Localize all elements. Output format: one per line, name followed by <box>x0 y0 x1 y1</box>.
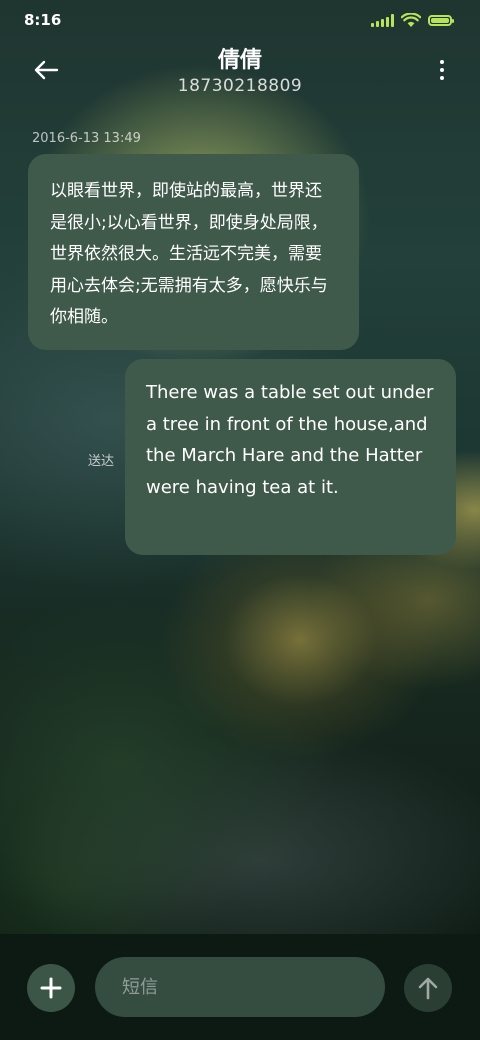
message-composer <box>0 934 480 1040</box>
signal-icon <box>371 13 394 27</box>
status-bar: 8:16 <box>0 0 480 40</box>
more-vertical-icon <box>440 60 444 64</box>
message-timestamp: 2016-6-13 13:49 <box>32 131 141 146</box>
incoming-message-bubble[interactable]: 以眼看世界，即使站的最高，世界还是很小;以心看世界，即使身处局限，世界依然很大。… <box>28 154 359 350</box>
send-button[interactable] <box>404 964 452 1012</box>
contact-number: 18730218809 <box>177 76 303 96</box>
status-time: 8:16 <box>24 11 62 29</box>
more-options-button[interactable] <box>432 54 452 86</box>
add-attachment-button[interactable] <box>27 964 75 1012</box>
wifi-icon <box>401 12 421 27</box>
battery-icon <box>428 14 454 26</box>
sms-input[interactable] <box>95 957 385 1017</box>
contact-name: 倩倩 <box>217 48 262 73</box>
plus-icon <box>40 977 62 999</box>
send-arrow-icon <box>418 977 438 1000</box>
delivery-status: 送达 <box>88 454 115 469</box>
conversation-header: 倩倩 18730218809 <box>0 40 480 110</box>
status-icons <box>371 12 454 28</box>
outgoing-message-bubble[interactable]: There was a table set out under a tree i… <box>125 359 456 555</box>
